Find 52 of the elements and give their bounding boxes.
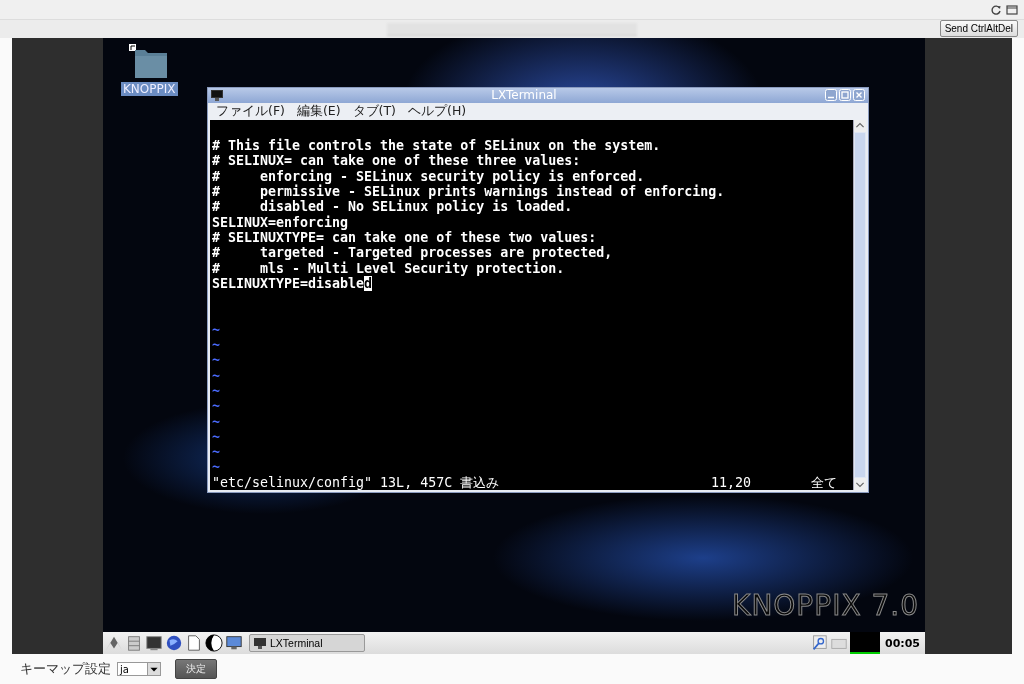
terminal-line: # permissive - SELinux prints warnings instead of enforcing. <box>212 184 725 200</box>
clock-text: 00:05 <box>884 636 921 650</box>
folder-icon[interactable] <box>129 44 170 80</box>
terminal-line: # mls - Multi Level Security protection. <box>212 260 565 276</box>
cpu-monitor-graph <box>850 632 880 654</box>
empty-line-marker: ~ <box>212 444 220 460</box>
menu-item[interactable]: ファイル(F) <box>216 102 285 120</box>
empty-line-marker: ~ <box>212 428 220 445</box>
terminal-line: SELINUX=enforcing <box>212 214 349 230</box>
menu-item[interactable]: 編集(E) <box>296 102 341 120</box>
empty-line-marker: ~ <box>212 337 220 353</box>
window-icon[interactable] <box>1006 3 1018 16</box>
scrollbar[interactable] <box>853 119 866 490</box>
apply-button[interactable]: 決定 <box>175 659 217 679</box>
globe-icon[interactable] <box>165 634 183 652</box>
close-icon[interactable] <box>853 89 865 102</box>
minimize-icon[interactable] <box>825 89 837 102</box>
maximize-icon[interactable] <box>839 89 851 102</box>
scroll-position-text: 全て <box>811 474 837 490</box>
terminal-line: # disabled - No SELinux policy is loaded. <box>212 199 573 215</box>
terminal-line: # This file controls the state of SELinux on the system. <box>212 138 661 154</box>
terminal-line: # SELINUXTYPE= can take one of these two values: <box>212 229 597 246</box>
scrollbar-thumb[interactable] <box>855 132 865 477</box>
magnifier-icon[interactable] <box>810 634 828 652</box>
empty-line-marker: ~ <box>212 459 220 475</box>
cursor-position-text: 11,20 <box>710 474 751 490</box>
document-icon[interactable] <box>185 634 203 652</box>
window-title: LXTerminal <box>490 88 558 103</box>
terminal-line: # targeted - Targeted processes are protected, <box>212 245 613 261</box>
file-status-text: "etc/selinux/config" 13L, 457C 書込み <box>212 474 500 490</box>
terminal-line: # enforcing - SELinux security policy is enforced. <box>212 168 645 185</box>
empty-line-marker: ~ <box>212 367 220 383</box>
scroll-down-icon[interactable] <box>854 478 866 490</box>
monitor-icon <box>254 637 266 649</box>
reload-icon[interactable] <box>990 3 1002 16</box>
empty-line-marker: ~ <box>212 321 220 338</box>
empty-line-marker: ~ <box>212 413 220 429</box>
empty-line-marker: ~ <box>212 382 220 399</box>
monitor-icon <box>211 89 223 101</box>
knoppix-logo-text: KNOPPIX 7.0 <box>732 589 919 622</box>
monitor-icon[interactable] <box>225 634 243 652</box>
keymap-label: キーマップ設定 <box>20 660 111 678</box>
empty-line-marker: ~ <box>212 352 220 368</box>
terminal-line: # SELINUX= can take one of these three values: <box>212 153 581 169</box>
terminal-icon[interactable] <box>145 634 163 652</box>
half-circle-icon[interactable] <box>205 634 223 652</box>
keymap-select[interactable]: ja <box>117 662 161 676</box>
menu-item[interactable]: ヘルプ(H) <box>408 102 467 120</box>
menu-item[interactable]: タブ(T) <box>352 102 396 120</box>
send-ctrl-alt-del-button[interactable]: Send CtrlAltDel <box>939 20 1018 37</box>
empty-line-marker: ~ <box>212 398 220 414</box>
taskbar-window-button[interactable]: LXTerminal <box>249 634 365 652</box>
